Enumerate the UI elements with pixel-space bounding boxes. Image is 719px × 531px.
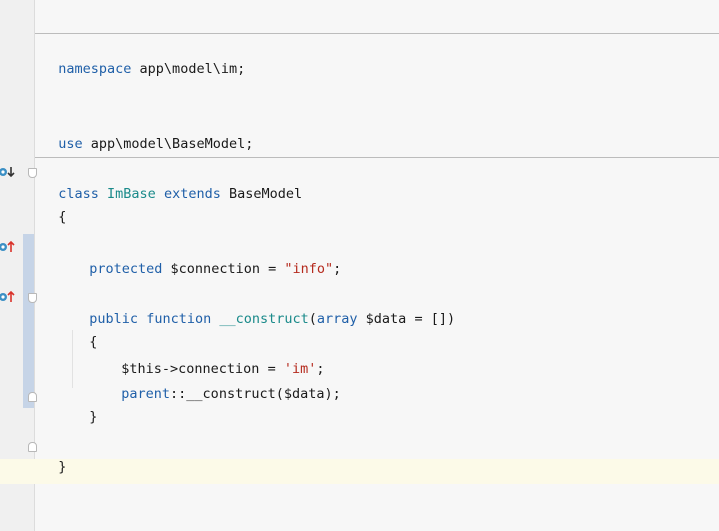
method-close-brace: } [89,409,98,425]
code-line-class-close[interactable]: } [42,437,66,475]
fold-toggle-icon[interactable] [28,168,37,178]
method-open-brace: { [89,334,98,350]
namespace-keyword: namespace [58,61,132,77]
vcs-change-marker[interactable] [23,234,34,408]
implemented-down-icon[interactable] [0,165,16,179]
parent-class-name: BaseModel [229,186,303,202]
parent-call: ::__construct($data); [170,386,341,402]
property-value: "info" [284,261,334,277]
namespace-path: app\model\im; [131,61,246,77]
current-line-highlight [0,459,719,484]
class-close-brace: } [58,459,67,475]
override-up-icon[interactable] [0,240,16,254]
method-separator [35,33,719,34]
code-line-class[interactable]: class ImBase extends BaseModel [42,164,302,202]
fold-end-icon[interactable] [28,392,37,402]
protected-keyword: protected [89,261,163,277]
code-line-parent-call[interactable]: parent::__construct($data); [105,364,340,402]
use-path: app\model\BaseModel; [82,136,254,152]
override-up-icon[interactable] [0,290,16,304]
use-keyword: use [58,136,83,152]
method-name: __construct [219,311,309,327]
code-line-class-open[interactable]: { [42,187,66,225]
code-line-property[interactable]: protected $connection = "info"; [73,239,341,277]
semicolon: ; [333,261,342,277]
method-separator [35,157,719,158]
code-line-namespace[interactable]: namespace app\model\im; [42,39,245,77]
code-line-method-close[interactable]: } [73,387,97,425]
array-keyword: array [316,311,358,327]
extends-keyword: extends [163,186,221,202]
parent-keyword: parent [121,386,171,402]
fold-end-icon[interactable] [28,442,37,452]
code-line-method[interactable]: public function __construct(array $data … [73,289,455,327]
code-line-use[interactable]: use app\model\BaseModel; [42,114,253,152]
paren-open: ( [308,311,317,327]
code-line-method-open[interactable]: { [73,312,97,350]
fold-toggle-icon[interactable] [28,293,37,303]
function-keyword: function [146,311,212,327]
code-line-assign[interactable]: $this->connection = 'im'; [105,339,324,377]
class-name: ImBase [107,186,156,202]
class-open-brace: { [58,209,67,225]
method-param: $data = []) [357,311,456,327]
property-name: $connection = [162,261,285,277]
